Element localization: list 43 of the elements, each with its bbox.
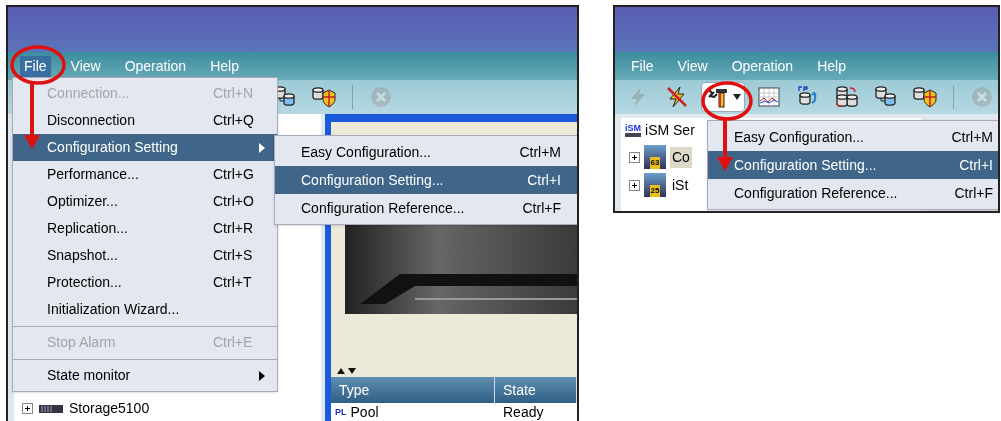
crossed-lightning-icon bbox=[665, 85, 689, 109]
menu-item[interactable]: Configuration Setting... Ctrl+I bbox=[708, 151, 998, 179]
splitter-arrows-icon bbox=[335, 367, 359, 375]
menu-item[interactable]: Configuration Setting bbox=[13, 134, 277, 161]
pool-icon: PL bbox=[335, 407, 347, 417]
table-cell-text: Ready bbox=[502, 405, 545, 419]
menu-item[interactable]: Initialization Wizard... bbox=[13, 296, 277, 323]
chart-icon bbox=[757, 85, 781, 109]
database-pair-icon bbox=[874, 85, 898, 109]
menu-item[interactable]: Protection... Ctrl+T bbox=[13, 269, 277, 296]
storage-icon bbox=[37, 403, 65, 414]
tree-item[interactable]: Storage5100 bbox=[69, 398, 150, 419]
expand-toggle-icon[interactable] bbox=[629, 179, 640, 191]
storage-icon: 63 bbox=[644, 145, 666, 169]
stop-icon bbox=[369, 85, 393, 109]
expand-toggle-icon[interactable] bbox=[22, 403, 33, 414]
menu-item[interactable]: Snapshot... Ctrl+S bbox=[13, 242, 277, 269]
database-sync-icon bbox=[835, 85, 859, 109]
tree-item[interactable]: Co bbox=[670, 146, 692, 168]
menu-item[interactable]: Configuration Setting... Ctrl+I bbox=[275, 166, 577, 194]
menu-item[interactable]: Replication... Ctrl+R bbox=[13, 215, 277, 242]
menu-item[interactable]: Optimizer... Ctrl+O bbox=[13, 188, 277, 215]
column-header[interactable]: Type bbox=[331, 377, 495, 403]
menu-item[interactable]: Configuration Reference... Ctrl+F bbox=[275, 194, 577, 222]
tree-item[interactable]: iSt bbox=[670, 174, 691, 196]
submenu-arrow-icon bbox=[259, 142, 265, 153]
storage-icon: 25 bbox=[644, 173, 666, 197]
menu-item[interactable]: Configuration Reference... Ctrl+F bbox=[708, 179, 998, 207]
menu-item[interactable]: State monitor bbox=[13, 362, 277, 389]
database-shield-icon bbox=[913, 85, 937, 109]
menu-item[interactable]: Disconnection Ctrl+Q bbox=[13, 107, 277, 134]
table-cell: Pool bbox=[350, 405, 379, 419]
database-shield-icon bbox=[312, 85, 336, 109]
submenu-arrow-icon bbox=[259, 370, 265, 381]
expand-toggle-icon[interactable] bbox=[629, 151, 640, 163]
menu-item[interactable]: File bbox=[20, 55, 51, 77]
caret-icon bbox=[733, 94, 741, 100]
tree-item[interactable]: iSM Ser bbox=[645, 120, 695, 141]
stop-icon bbox=[970, 85, 994, 109]
menu-item[interactable]: Performance... Ctrl+G bbox=[13, 161, 277, 188]
menu-item[interactable]: Easy Configuration... Ctrl+M bbox=[708, 123, 998, 151]
menu-item[interactable]: Easy Configuration... Ctrl+M bbox=[275, 138, 577, 166]
column-header[interactable]: State bbox=[495, 377, 577, 403]
